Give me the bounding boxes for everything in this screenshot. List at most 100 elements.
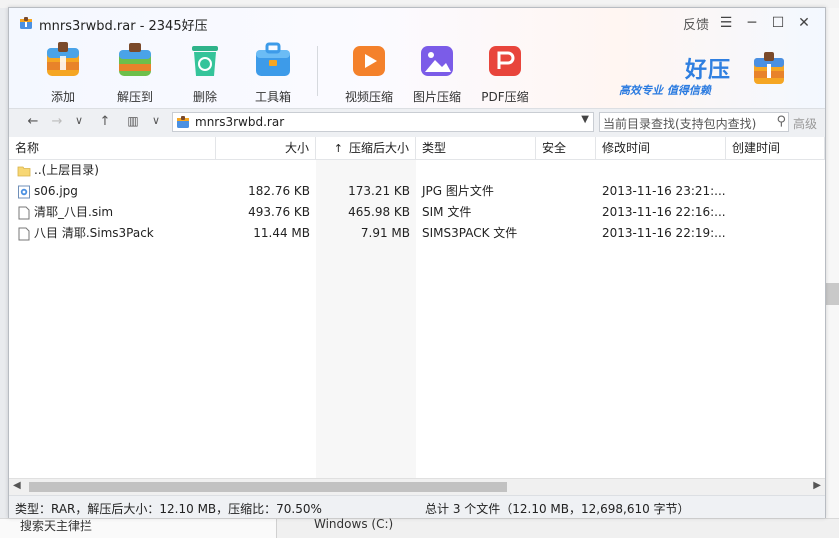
background-drive-label: Windows (C:) <box>314 517 394 531</box>
menu-icon[interactable]: ☰ <box>713 12 739 34</box>
column-modified-label: 修改时间 <box>602 141 651 155</box>
address-bar: ← → ∨ ↑ ▥ ∨ mnrs3rwbd.rar ▼ 当前目录查找(支持包内查… <box>9 108 825 138</box>
list-header: 名称 大小 ↑ 压缩后大小 类型 安全 修改时间 创建时间 <box>9 137 825 160</box>
back-icon[interactable]: ← <box>23 114 43 129</box>
file-name-cell: ..(上层目录) <box>11 160 216 181</box>
extract-icon <box>119 43 151 76</box>
image-compress-button[interactable]: 图片压缩 <box>407 38 467 105</box>
scrollbar-thumb[interactable] <box>29 482 507 492</box>
toolbox-button[interactable]: 工具箱 <box>243 38 303 105</box>
file-modified: 2013-11-16 22:16:... <box>602 205 726 219</box>
background-scrollbar-thumb <box>826 283 839 305</box>
path-text: mnrs3rwbd.rar <box>195 115 285 129</box>
app-icon <box>20 17 32 29</box>
column-size[interactable]: 大小 <box>216 137 316 159</box>
table-row[interactable]: ..(上层目录) <box>9 160 825 181</box>
image-compress-label: 图片压缩 <box>412 90 461 104</box>
view-dropdown-icon[interactable]: ∨ <box>146 114 166 127</box>
file-list: 名称 大小 ↑ 压缩后大小 类型 安全 修改时间 创建时间 ..(上层目录) s0… <box>9 137 825 478</box>
add-icon <box>47 42 79 76</box>
background-text: 搜索天主律拦 <box>20 519 93 533</box>
toolbar-separator <box>317 46 318 96</box>
file-packed-size: 465.98 KB <box>348 205 410 219</box>
column-type-label: 类型 <box>422 141 447 155</box>
video-compress-label: 视频压缩 <box>344 90 393 104</box>
scroll-right-icon[interactable]: ▶ <box>813 480 821 491</box>
table-row[interactable]: 清耶_八目.sim 493.76 KB 465.98 KB SIM 文件 201… <box>9 202 825 223</box>
background-scrollbar <box>826 8 839 518</box>
file-size: 11.44 MB <box>253 226 310 240</box>
history-dropdown-icon[interactable]: ∨ <box>69 114 89 127</box>
pdf-compress-button[interactable]: PDF压缩 <box>475 38 535 105</box>
window-title: mnrs3rwbd.rar - 2345好压 <box>39 19 208 34</box>
file-modified: 2013-11-16 22:19:... <box>602 226 726 240</box>
column-created[interactable]: 创建时间 <box>726 137 825 159</box>
video-compress-button[interactable]: 视频压缩 <box>339 38 399 105</box>
delete-button[interactable]: 删除 <box>175 38 235 105</box>
path-dropdown-icon[interactable]: ▼ <box>581 114 589 125</box>
view-mode-icon[interactable]: ▥ <box>123 114 143 128</box>
up-icon[interactable]: ↑ <box>95 114 115 129</box>
column-packed-label: 压缩后大小 <box>348 141 409 155</box>
toolbox-label: 工具箱 <box>254 90 291 104</box>
file-size: 493.76 KB <box>248 205 310 219</box>
file-name-cell: 八目 清耶.Sims3Pack <box>11 223 216 244</box>
delete-label: 删除 <box>192 90 217 104</box>
video-compress-icon <box>353 46 385 76</box>
column-type[interactable]: 类型 <box>416 137 536 159</box>
file-name: s06.jpg <box>34 184 78 198</box>
toolbox-icon <box>256 42 290 76</box>
horizontal-scrollbar[interactable]: ◀ ▶ <box>9 478 825 495</box>
status-bar: 类型：RAR，解压后大小：12.10 MB，压缩比：70.50% 总计 3 个文… <box>9 495 825 518</box>
file-name-cell: s06.jpg <box>11 181 216 202</box>
file-packed-size: 173.21 KB <box>348 184 410 198</box>
maximize-icon[interactable]: ☐ <box>765 12 791 34</box>
header-area: mnrs3rwbd.rar - 2345好压 反馈 ☰ ─ ☐ ✕ 添加 解压到… <box>9 8 825 108</box>
file-name-cell: 清耶_八目.sim <box>11 202 216 223</box>
file-type: SIMS3PACK 文件 <box>422 226 518 240</box>
window-controls: 反馈 ☰ ─ ☐ ✕ <box>679 12 817 34</box>
column-created-label: 创建时间 <box>732 141 781 155</box>
advanced-search-button[interactable]: 高级 <box>793 115 817 132</box>
search-input[interactable]: 当前目录查找(支持包内查找) ⚲ <box>599 112 789 132</box>
folder-icon <box>17 166 31 176</box>
haozip-window: mnrs3rwbd.rar - 2345好压 反馈 ☰ ─ ☐ ✕ 添加 解压到… <box>8 7 826 518</box>
background-window-strip: 搜索天主律拦 Windows (C:) <box>0 517 839 538</box>
table-row[interactable]: s06.jpg 182.76 KB 173.21 KB JPG 图片文件 201… <box>9 181 825 202</box>
image-file-icon <box>18 185 30 198</box>
column-size-label: 大小 <box>284 141 309 155</box>
column-security[interactable]: 安全 <box>536 137 596 159</box>
archive-icon <box>177 116 189 128</box>
add-button[interactable]: 添加 <box>33 38 93 105</box>
image-compress-icon <box>421 46 453 76</box>
close-icon[interactable]: ✕ <box>791 12 817 34</box>
column-name-label: 名称 <box>15 141 40 155</box>
brand-slogan: 高效专业 值得信赖 <box>619 84 711 97</box>
minimize-icon[interactable]: ─ <box>739 12 765 34</box>
brand-logo: 好压 高效专业 值得信赖 <box>619 50 819 100</box>
feedback-button[interactable]: 反馈 <box>679 12 713 34</box>
table-row[interactable]: 八目 清耶.Sims3Pack 11.44 MB 7.91 MB SIMS3PA… <box>9 223 825 244</box>
column-security-label: 安全 <box>542 141 567 155</box>
file-icon <box>18 227 30 240</box>
file-name: 八目 清耶.Sims3Pack <box>34 226 154 240</box>
pdf-compress-icon <box>489 46 521 76</box>
add-label: 添加 <box>50 90 75 104</box>
column-name[interactable]: 名称 <box>9 137 216 159</box>
file-type: SIM 文件 <box>422 205 472 219</box>
file-name: 清耶_八目.sim <box>34 205 114 219</box>
forward-icon[interactable]: → <box>47 114 67 129</box>
file-icon <box>18 206 30 219</box>
path-field[interactable]: mnrs3rwbd.rar ▼ <box>172 112 594 132</box>
total-info: 总计 3 个文件（12.10 MB，12,698,610 字节） <box>425 502 690 516</box>
file-size: 182.76 KB <box>248 184 310 198</box>
sort-indicator-icon: ↑ <box>333 142 343 155</box>
scroll-left-icon[interactable]: ◀ <box>13 480 21 491</box>
column-packed-size[interactable]: ↑ 压缩后大小 <box>316 137 416 159</box>
file-type: JPG 图片文件 <box>422 184 494 198</box>
brand-box-icon <box>754 52 784 84</box>
file-packed-size: 7.91 MB <box>360 226 410 240</box>
search-icon[interactable]: ⚲ <box>776 114 786 129</box>
extract-button[interactable]: 解压到 <box>105 38 165 105</box>
column-modified[interactable]: 修改时间 <box>596 137 726 159</box>
